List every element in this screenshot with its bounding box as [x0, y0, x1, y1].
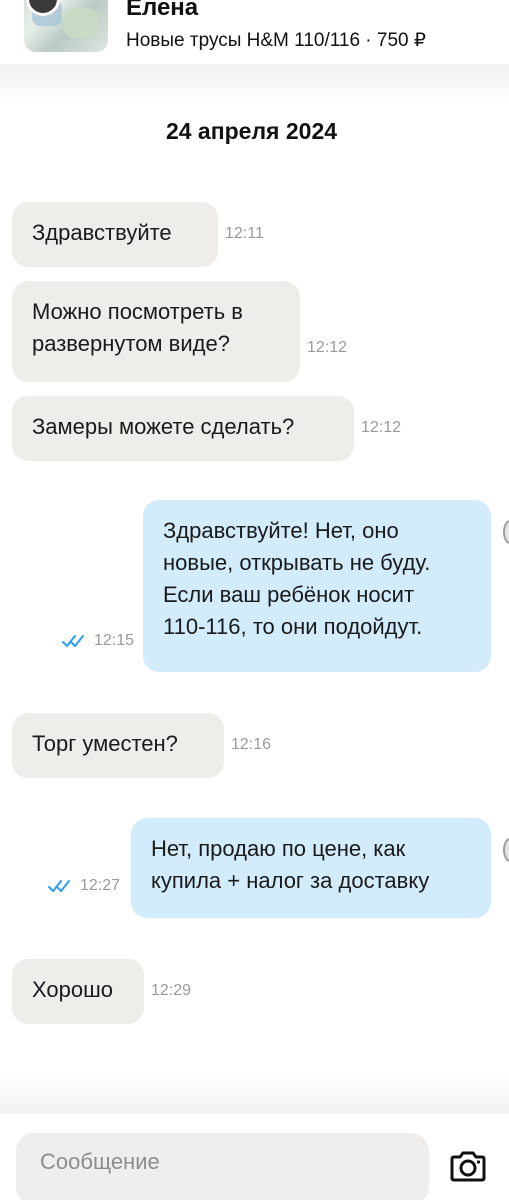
camera-icon — [450, 1151, 486, 1182]
message-time: 12:12 — [307, 339, 348, 356]
message-text-line: Торг уместен? — [32, 731, 178, 756]
chat-header[interactable]: Елена Новые трусы H&M 110/116 · 750 ₽ — [0, 0, 509, 64]
incoming-message[interactable]: Замеры можете сделать? — [12, 396, 354, 461]
message-text-line: Хорошо — [32, 977, 114, 1002]
listing-title-price[interactable]: Новые трусы H&M 110/116 · 750 ₽ — [126, 29, 426, 52]
incoming-message[interactable]: Хорошо — [12, 959, 144, 1024]
message-time: 12:29 — [151, 982, 192, 999]
message-text-line: купила + налог за доставку — [151, 868, 430, 893]
message-time: 12:16 — [231, 736, 272, 753]
message-text-line: Можно посмотреть в — [32, 299, 243, 324]
outgoing-message[interactable]: Нет, продаю по цене, как купила + налог … — [131, 818, 491, 918]
message-text-line: 110-116, то они подойдут. — [163, 614, 423, 639]
message-time: 12:15 — [94, 632, 135, 649]
message-text-line: Здравствуйте! Нет, оно — [163, 518, 399, 543]
message-time: 12:11 — [225, 225, 264, 242]
message-composer — [0, 1114, 509, 1200]
message-text-line: развернутом виде? — [32, 331, 230, 356]
seller-name[interactable]: Елена — [126, 0, 198, 22]
message-text-line: новые, открывать не буду. — [163, 550, 431, 575]
message-list[interactable]: 24 апреля 2024 Здравствуйте 12:11 Можно … — [0, 64, 509, 1114]
sender-avatar-edge — [503, 838, 509, 862]
message-text-line: Нет, продаю по цене, как — [151, 836, 406, 861]
outgoing-message[interactable]: Здравствуйте! Нет, оно новые, открывать … — [143, 500, 491, 672]
incoming-message[interactable]: Торг уместен? — [12, 713, 224, 778]
incoming-message[interactable]: Здравствуйте — [12, 202, 218, 267]
message-input[interactable] — [16, 1133, 429, 1200]
incoming-message[interactable]: Можно посмотреть в развернутом виде? — [12, 281, 300, 382]
message-text-line: Здравствуйте — [32, 220, 172, 245]
message-text-line: Если ваш ребёнок носит — [163, 582, 415, 607]
chat-screen: Елена Новые трусы H&M 110/116 · 750 ₽ 24… — [0, 0, 509, 1200]
product-image-detail — [64, 8, 98, 38]
read-double-check-icon — [48, 880, 70, 892]
camera-button[interactable] — [444, 1146, 492, 1188]
listing-thumbnail-group[interactable] — [24, 0, 108, 52]
read-double-check-icon — [62, 635, 84, 647]
date-separator: 24 апреля 2024 — [165, 118, 338, 144]
sender-avatar-edge — [503, 520, 509, 544]
message-text-line: Замеры можете сделать? — [32, 414, 295, 439]
message-time: 12:12 — [361, 419, 402, 436]
message-time: 12:27 — [80, 877, 121, 894]
